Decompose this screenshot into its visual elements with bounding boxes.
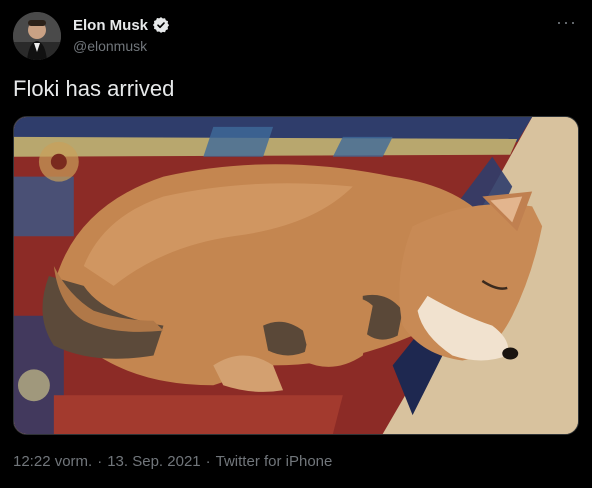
author-name-row: Elon Musk	[73, 16, 170, 34]
meta-separator: ·	[97, 453, 103, 470]
more-dots-icon[interactable]: ···	[556, 12, 577, 33]
avatar[interactable]	[13, 12, 61, 60]
tweet-date[interactable]: 13. Sep. 2021	[107, 453, 200, 470]
author-handle[interactable]: @elonmusk	[73, 38, 147, 54]
author-name[interactable]: Elon Musk	[73, 17, 148, 34]
tweet-time[interactable]: 12:22 vorm.	[13, 453, 92, 470]
puppy-photo	[14, 117, 578, 434]
tweet-text: Floki has arrived	[13, 76, 175, 101]
tweet-source[interactable]: Twitter for iPhone	[216, 453, 333, 470]
tweet-meta: 12:22 vorm. · 13. Sep. 2021 · Twitter fo…	[13, 453, 332, 470]
tweet-header: Elon Musk @elonmusk ···	[13, 12, 579, 62]
tweet-photo[interactable]	[13, 116, 579, 435]
meta-separator: ·	[205, 453, 211, 470]
verified-badge-icon	[152, 17, 170, 33]
